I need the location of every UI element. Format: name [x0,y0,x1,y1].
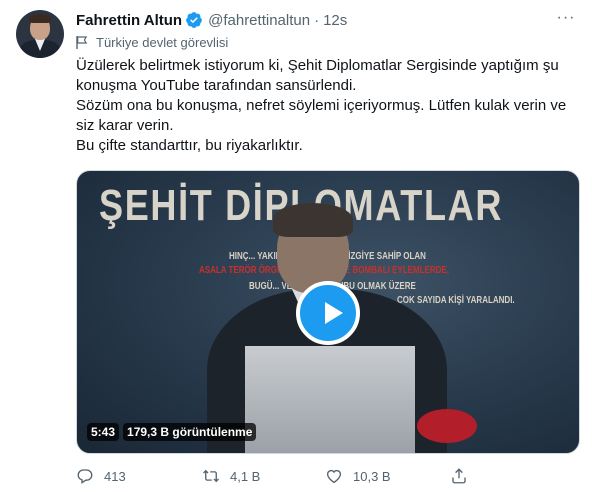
retweet-icon [203,469,219,483]
account-label-text: Türkiye devlet görevlisi [96,35,229,50]
more-icon[interactable]: ··· [556,10,576,30]
tweet-text-line: Bu çifte standarttır, bu riyakarlıktır. [76,137,303,154]
like-count: 10,3 B [353,468,391,484]
author-name[interactable]: Fahrettin Altun [76,12,182,29]
video-info-overlay: 5:43 179,3 B görüntülenme [87,423,257,441]
share-icon [452,468,466,484]
like-icon [326,469,342,484]
tweet-header: Fahrettin Altun @fahrettinaltun · 12s [76,10,347,30]
verified-badge-icon [186,12,202,28]
tweet-text-line: Üzülerek belirtmek istiyorum ki, Şehit D… [76,57,559,94]
video-duration: 5:43 [87,423,120,441]
separator: · [314,11,320,29]
play-icon [325,302,343,324]
play-button[interactable] [296,281,360,345]
tweet-text: Üzülerek belirtmek istiyorum ki, Şehit D… [76,56,576,156]
like-button[interactable]: 10,3 B [325,466,391,486]
flowers [417,409,477,443]
retweet-count: 4,1 B [230,468,261,484]
reply-icon [77,469,93,484]
video-banner-line: ÇOK SAYIDA KİŞİ YARALANDI. [397,295,515,306]
video-views: 179,3 B görüntülenme [123,423,257,441]
tweet-text-line: Sözüm ona bu konuşma, nefret söylemi içe… [76,97,567,134]
tweet-actions: 413 4,1 B 10,3 B [76,466,516,486]
share-button[interactable] [450,466,478,486]
tweet[interactable]: Fahrettin Altun @fahrettinaltun · 12s ··… [0,0,592,492]
video-player[interactable]: ŞEHİT DİPLOMATLAR HINÇ... YAKIN AŞIRI SA… [76,170,580,454]
author-handle[interactable]: @fahrettinaltun [208,12,310,29]
timestamp[interactable]: 12s [323,12,347,29]
account-label: Türkiye devlet görevlisi [76,35,228,50]
avatar[interactable] [16,10,64,58]
retweet-button[interactable]: 4,1 B [202,466,260,486]
flag-icon [76,36,88,49]
reply-button[interactable]: 413 [76,466,126,486]
reply-count: 413 [104,468,126,484]
podium [245,346,415,453]
